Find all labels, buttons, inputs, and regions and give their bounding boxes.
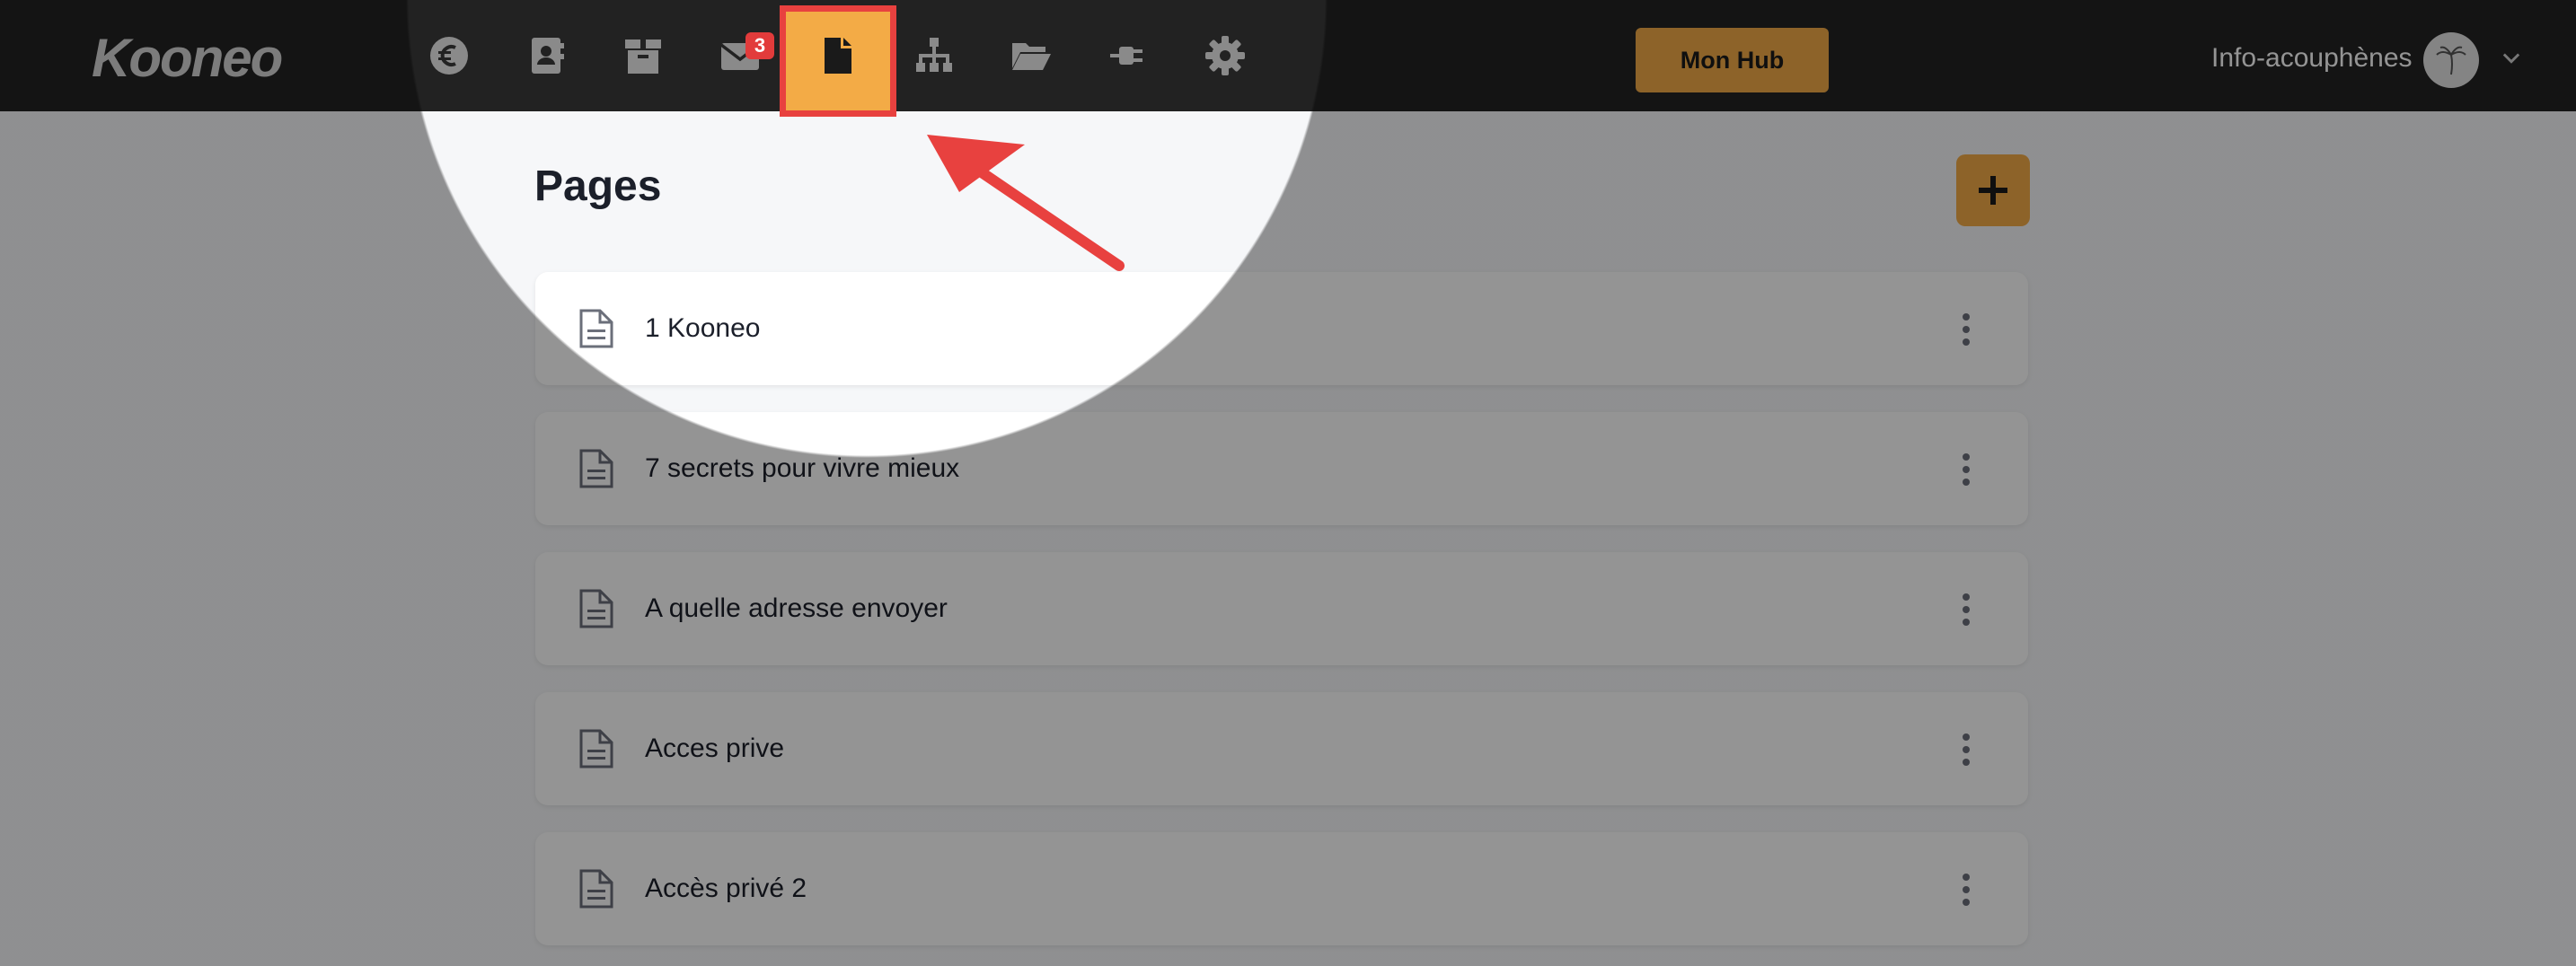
list-item[interactable]: 7 secrets pour vivre mieux <box>535 412 2028 525</box>
list-item[interactable]: A quelle adresse envoyer <box>535 552 2028 665</box>
chevron-down-icon[interactable] <box>2499 45 2524 70</box>
mon-hub-button[interactable]: Mon Hub <box>1636 28 1829 92</box>
kooneo-logo[interactable]: Kooneo <box>92 27 283 89</box>
avatar[interactable] <box>2423 32 2479 88</box>
document-icon <box>579 589 613 628</box>
list-item-label: Accès privé 2 <box>645 874 807 903</box>
address-book-icon <box>532 38 564 74</box>
nav-products[interactable] <box>611 23 675 88</box>
box-icon <box>625 40 661 74</box>
add-page-button[interactable] <box>1956 154 2030 226</box>
list-item-label: Acces prive <box>645 733 785 763</box>
nav-files[interactable] <box>999 23 1063 88</box>
euro-icon <box>430 37 468 75</box>
document-icon <box>579 449 613 488</box>
list-item-label: 1 Kooneo <box>645 313 761 343</box>
more-options-icon[interactable] <box>1962 312 1971 347</box>
page-title: Pages <box>534 162 662 210</box>
more-options-icon[interactable] <box>1962 452 1971 487</box>
mail-badge: 3 <box>745 32 774 59</box>
nav-pages[interactable] <box>805 23 869 88</box>
sitemap-icon <box>916 38 952 72</box>
list-item-label: A quelle adresse envoyer <box>645 593 948 623</box>
folder-open-icon <box>1012 43 1051 70</box>
document-icon <box>579 869 613 909</box>
list-item-label: 7 secrets pour vivre mieux <box>645 453 960 483</box>
palm-tree-icon <box>2436 46 2466 75</box>
gear-icon <box>1205 36 1245 75</box>
top-bar: Kooneo 3 Mon Hub Info-acouphènes <box>0 0 2576 117</box>
document-icon <box>579 729 613 768</box>
more-options-icon[interactable] <box>1962 732 1971 768</box>
plus-icon <box>1979 176 2007 205</box>
list-item[interactable]: Accès privé 2 <box>535 832 2028 945</box>
plug-icon <box>1110 47 1142 65</box>
list-item[interactable]: Acces prive <box>535 692 2028 805</box>
account-name[interactable]: Info-acouphènes <box>2211 43 2413 74</box>
file-icon <box>825 38 851 74</box>
document-icon <box>579 309 613 348</box>
nav-plugins[interactable] <box>1096 23 1160 88</box>
nav-sitemap[interactable] <box>902 23 966 88</box>
more-options-icon[interactable] <box>1962 592 1971 628</box>
nav-settings[interactable] <box>1193 23 1257 88</box>
nav-contacts[interactable] <box>514 23 578 88</box>
list-item[interactable]: 1 Kooneo <box>535 272 2028 385</box>
more-options-icon[interactable] <box>1962 872 1971 908</box>
nav-sales[interactable] <box>417 23 481 88</box>
